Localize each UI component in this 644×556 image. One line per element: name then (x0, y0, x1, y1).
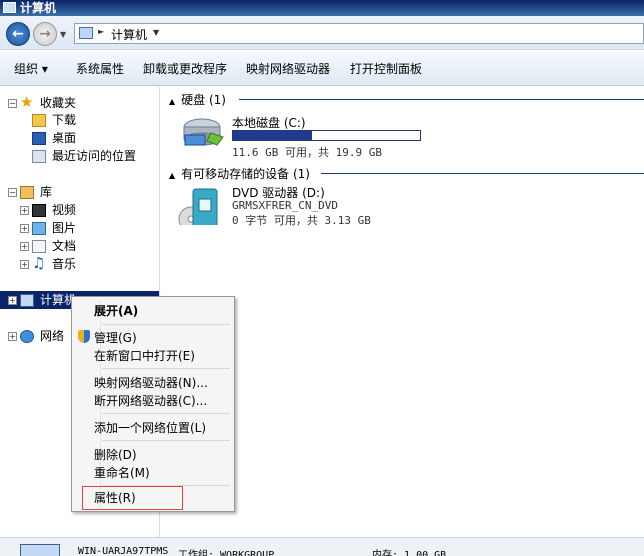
organize-button[interactable]: 组织 ▾ (14, 60, 48, 77)
chevron-right-icon[interactable]: ► (98, 27, 104, 36)
address-input[interactable]: ► 计算机 ▼ (74, 23, 644, 44)
expand-icon[interactable]: + (8, 296, 17, 305)
picture-icon (32, 222, 46, 235)
computer-icon (3, 2, 16, 13)
drive-item-dvd[interactable]: DVD 驱动器 (D:) GRMSXFRER_CN_DVD 0 字节 可用，共 … (161, 183, 461, 243)
uac-shield-icon (78, 330, 90, 343)
expand-icon[interactable]: + (8, 332, 17, 341)
menu-item-rename[interactable]: 重命名(M) (94, 464, 150, 482)
menu-item-manage[interactable]: 管理(G) (94, 329, 137, 347)
context-menu: 展开(A) 管理(G) 在新窗口中打开(E) 映射网络驱动器(N)... 断开网… (71, 296, 235, 512)
computer-icon (20, 544, 60, 556)
chevron-down-icon[interactable]: ▼ (153, 28, 159, 37)
history-dropdown-icon[interactable]: ▼ (60, 30, 66, 39)
disk-usage-fill (233, 131, 312, 140)
back-button[interactable]: ← (6, 22, 30, 46)
system-properties-button[interactable]: 系统属性 (76, 60, 124, 77)
menu-separator (102, 368, 230, 369)
group-header-hard-disks[interactable]: ▲ 硬盘 (1) (169, 91, 226, 107)
menu-item-add-network-location[interactable]: 添加一个网络位置(L) (94, 419, 206, 437)
expand-icon[interactable]: + (20, 224, 29, 233)
window-title: 计算机 (20, 1, 57, 15)
expand-icon[interactable]: + (20, 242, 29, 251)
expand-icon[interactable]: + (20, 206, 29, 215)
uninstall-program-button[interactable]: 卸载或更改程序 (143, 60, 227, 77)
star-icon: ★ (20, 93, 34, 111)
menu-item-disconnect-drive[interactable]: 断开网络驱动器(C)... (94, 392, 207, 410)
expand-icon[interactable]: + (20, 260, 29, 269)
window-title-bar[interactable]: 计算机 (0, 0, 644, 16)
chevron-down-icon: ▾ (41, 62, 48, 76)
menu-item-delete[interactable]: 删除(D) (94, 446, 137, 464)
collapse-icon[interactable]: − (8, 99, 17, 108)
drive-label: GRMSXFRER_CN_DVD (232, 199, 338, 212)
group-divider (239, 99, 644, 100)
hard-drive-icon (183, 118, 224, 146)
menu-item-map-drive[interactable]: 映射网络驱动器(N)... (94, 374, 208, 392)
drive-space: 0 字节 可用，共 3.13 GB (232, 214, 371, 227)
group-divider (321, 173, 644, 174)
group-header-removable[interactable]: ▲ 有可移动存储的设备 (1) (169, 165, 310, 181)
map-network-drive-button[interactable]: 映射网络驱动器 (246, 60, 330, 77)
computer-icon (79, 27, 93, 39)
address-bar: ← → ▼ ► 计算机 ▼ (0, 16, 644, 50)
music-note-icon: ♫ (32, 254, 46, 272)
folder-icon (32, 114, 46, 127)
collapse-triangle-icon[interactable]: ▲ (169, 171, 175, 180)
drive-item-c[interactable]: 本地磁盘 (C:) 11.6 GB 可用，共 19.9 GB (161, 107, 461, 159)
disk-usage-bar (232, 130, 421, 141)
desktop-icon (32, 132, 46, 145)
library-icon (20, 186, 34, 199)
menu-separator (102, 413, 230, 414)
menu-separator (102, 324, 230, 325)
memory-info: 内存: 1.00 GB (372, 550, 447, 556)
collapse-triangle-icon[interactable]: ▲ (169, 97, 175, 106)
open-control-panel-button[interactable]: 打开控制面板 (350, 60, 422, 77)
address-path[interactable]: 计算机 (111, 26, 147, 43)
drive-name: 本地磁盘 (C:) (232, 116, 306, 130)
menu-separator (102, 440, 230, 441)
computer-name: WIN-UARJA97TPMS (78, 546, 169, 556)
command-bar: 组织 ▾ 系统属性 卸载或更改程序 映射网络驱动器 打开控制面板 (0, 51, 644, 86)
document-icon (32, 240, 46, 253)
menu-item-open-new-window[interactable]: 在新窗口中打开(E) (94, 347, 195, 365)
computer-icon (20, 294, 34, 307)
collapse-icon[interactable]: − (8, 188, 17, 197)
drive-space: 11.6 GB 可用，共 19.9 GB (232, 146, 382, 159)
recent-places-icon (32, 150, 46, 163)
forward-button[interactable]: → (33, 22, 57, 46)
menu-item-properties[interactable]: 属性(R) (94, 489, 136, 507)
workgroup-info: 工作组: WORKGROUP (178, 550, 275, 556)
network-icon (20, 330, 34, 343)
details-pane: WIN-UARJA97TPMS 工作组: WORKGROUP 内存: 1.00 … (0, 537, 644, 556)
menu-item-expand[interactable]: 展开(A) (94, 302, 138, 320)
video-icon (32, 204, 46, 217)
dvd-drive-icon (178, 188, 218, 225)
